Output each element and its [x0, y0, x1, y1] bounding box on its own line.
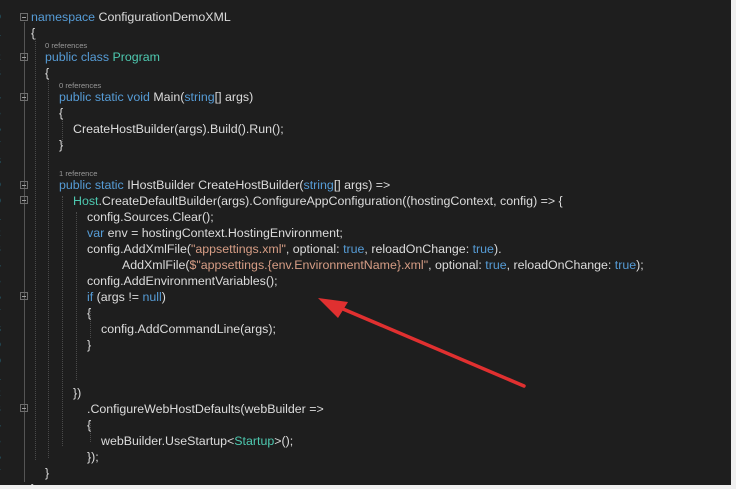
window-border	[0, 485, 736, 489]
arrow-shaft	[334, 304, 526, 388]
window-border	[731, 0, 736, 489]
code-editor[interactable]: 0 1 2 3 4 5 6 7 8 9 0 1 2 3 4 5 6 7 8 9 …	[0, 0, 731, 485]
arrow-head	[318, 298, 348, 318]
annotation-arrow	[318, 298, 526, 388]
